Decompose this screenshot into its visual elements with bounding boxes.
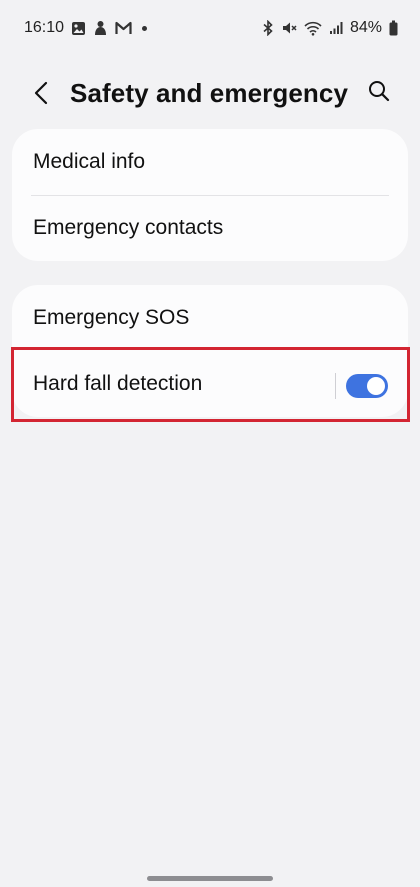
wifi-icon xyxy=(304,21,322,36)
battery-percent: 84% xyxy=(349,19,382,36)
toggle-separator xyxy=(335,373,336,399)
status-time: 16:10 xyxy=(24,19,65,36)
emergency-sos-label: Emergency SOS xyxy=(33,306,190,329)
battery-icon xyxy=(389,20,398,36)
page-title: Safety and emergency xyxy=(70,78,349,108)
settings-group-2: Emergency SOS Hard fall detection xyxy=(12,285,408,417)
gmail-icon xyxy=(115,21,132,35)
hard-fall-detection-item[interactable]: Hard fall detection xyxy=(12,351,408,417)
status-bar-right: 84% xyxy=(262,19,398,37)
medical-info-item[interactable]: Medical info xyxy=(12,129,408,195)
mute-icon xyxy=(281,20,297,36)
search-button[interactable] xyxy=(364,78,394,108)
hard-fall-detection-toggle[interactable] xyxy=(346,374,388,398)
status-bar-left: 16:10 xyxy=(24,19,148,37)
bluetooth-icon xyxy=(262,20,274,36)
emergency-contacts-item[interactable]: Emergency contacts xyxy=(12,195,408,261)
medical-info-label: Medical info xyxy=(33,150,146,173)
emergency-contacts-label: Emergency contacts xyxy=(33,216,224,239)
gesture-nav-handle[interactable] xyxy=(147,876,273,881)
emergency-sos-item[interactable]: Emergency SOS xyxy=(12,285,408,351)
status-bar: 16:10 84% xyxy=(0,0,420,56)
signal-icon xyxy=(329,21,343,35)
back-button[interactable] xyxy=(26,80,56,110)
settings-group-1: Medical info Emergency contacts xyxy=(12,129,408,261)
hard-fall-detection-label: Hard fall detection xyxy=(33,372,203,395)
app-notification-icon xyxy=(93,20,108,36)
app-header: Safety and emergency xyxy=(0,66,420,122)
more-notifications-dot xyxy=(142,25,148,31)
toggle-knob xyxy=(367,377,385,395)
back-arrow-icon xyxy=(34,81,48,110)
gallery-icon xyxy=(71,21,86,36)
search-icon xyxy=(368,80,390,107)
